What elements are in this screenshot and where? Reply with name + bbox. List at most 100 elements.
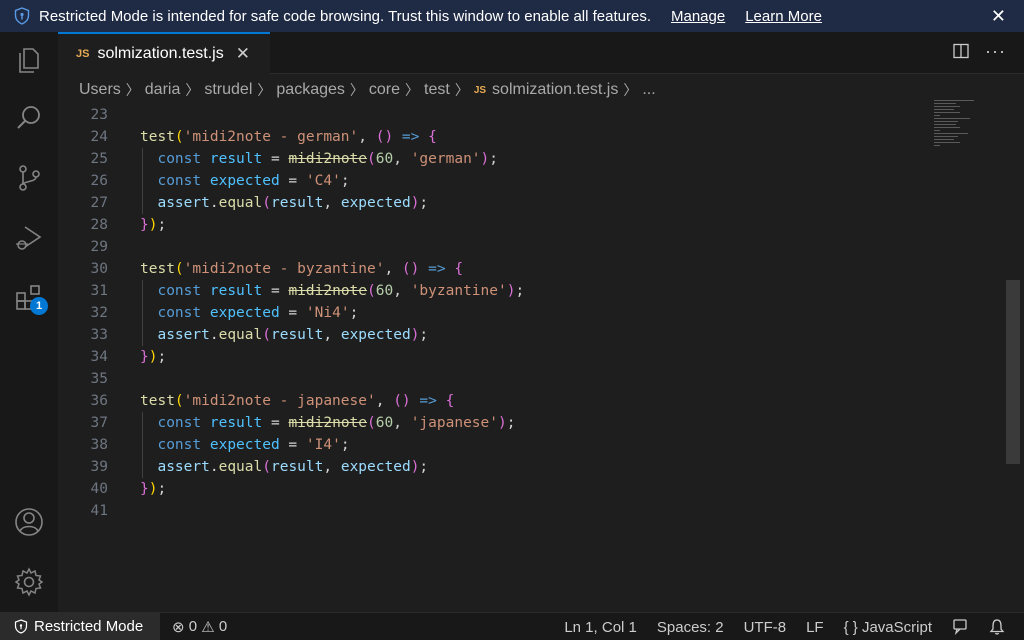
line-number: 34 (90, 349, 108, 365)
code-token: expected (340, 195, 411, 211)
line-number: 37 (90, 415, 108, 431)
breadcrumb-file[interactable]: solmization.test.js (492, 81, 618, 99)
code-line[interactable]: 27 assert.equal(result, expected); (58, 192, 928, 214)
code-token: , (323, 195, 341, 211)
code-line[interactable]: 40}); (58, 478, 928, 500)
learn-more-link[interactable]: Learn More (745, 8, 822, 25)
account-icon[interactable] (13, 506, 45, 538)
code-line[interactable]: 24 test('midi2note - german', () => { (58, 126, 928, 148)
manage-link[interactable]: Manage (671, 8, 725, 25)
code-line[interactable]: 26 const expected = 'C4'; (58, 170, 928, 192)
line-number: 32 (90, 305, 108, 321)
code-line[interactable]: 23 (58, 104, 928, 126)
code-token: . (209, 195, 219, 211)
breadcrumb: Users 〉 daria 〉 strudel 〉 packages 〉 core 〉 t… (79, 79, 656, 101)
code-line[interactable]: 29 (58, 236, 928, 258)
feedback-icon[interactable] (952, 618, 970, 636)
problems-status[interactable]: ⊗ 0 ⚠ 0 (172, 618, 227, 636)
breadcrumb-packages[interactable]: packages (276, 81, 345, 99)
breadcrumb-ellipsis[interactable]: ... (642, 81, 655, 99)
code-line[interactable]: 41 (58, 500, 928, 522)
breadcrumb-test[interactable]: test (424, 81, 450, 99)
code-token: 'midi2note - german' (183, 129, 359, 145)
restricted-mode-status[interactable]: Restricted Mode (0, 612, 160, 640)
vertical-scrollbar[interactable] (1006, 280, 1020, 464)
code-token: assert (157, 195, 210, 211)
code-text: const expected = 'C4'; (140, 170, 349, 192)
more-actions-icon[interactable]: ··· (985, 42, 1006, 60)
files-icon[interactable] (13, 44, 45, 76)
code-token: expected (340, 459, 411, 475)
code-token: , (393, 283, 411, 299)
run-debug-icon[interactable] (13, 222, 45, 254)
code-token: , (358, 129, 376, 145)
split-editor-icon[interactable] (953, 43, 969, 59)
code-token: expected (209, 437, 280, 453)
code-token: const (157, 437, 202, 453)
code-token: 'midi2note - byzantine' (183, 261, 385, 277)
code-token: midi2note (288, 415, 368, 431)
code-line[interactable]: 25 const result = midi2note(60, 'german'… (58, 148, 928, 170)
breadcrumb-daria[interactable]: daria (145, 81, 181, 99)
tab-close-icon[interactable]: ✕ (236, 44, 250, 64)
gear-icon[interactable] (13, 566, 45, 598)
code-token: result (270, 459, 324, 475)
code-line[interactable]: 37 const result = midi2note(60, 'japanes… (58, 412, 928, 434)
tab-solmization-test[interactable]: JS solmization.test.js ✕ (58, 32, 270, 74)
code-text: }); (140, 478, 166, 500)
code-token: = (279, 305, 306, 321)
minimap[interactable] (934, 100, 980, 160)
code-token: = (262, 283, 289, 299)
code-text: }); (140, 214, 166, 236)
line-number: 23 (90, 107, 108, 123)
breadcrumb-strudel[interactable]: strudel (204, 81, 252, 99)
code-token: const (157, 283, 202, 299)
close-icon[interactable]: ✕ (991, 6, 1006, 27)
code-token: } (140, 217, 149, 233)
search-icon[interactable] (13, 102, 45, 134)
line-number: 27 (90, 195, 108, 211)
breadcrumb-core[interactable]: core (369, 81, 400, 99)
code-line[interactable]: 31 const result = midi2note(60, 'byzanti… (58, 280, 928, 302)
code-token: result (270, 195, 324, 211)
code-text: assert.equal(result, expected); (140, 192, 428, 214)
code-token: { (454, 261, 464, 277)
code-token: , (323, 327, 341, 343)
cursor-position[interactable]: Ln 1, Col 1 (564, 619, 637, 636)
source-control-icon[interactable] (13, 162, 45, 194)
code-line[interactable]: 36 test('midi2note - japanese', () => { (58, 390, 928, 412)
shield-icon (14, 7, 30, 25)
code-token: , (384, 261, 402, 277)
code-editor[interactable]: 23 24 test('midi2note - german', () => {25… (58, 104, 1024, 612)
status-bar: Restricted Mode ⊗ 0 ⚠ 0 Ln 1, Col 1 Spac… (0, 612, 1024, 640)
indentation[interactable]: Spaces: 2 (657, 619, 724, 636)
code-line[interactable]: 30 test('midi2note - byzantine', () => { (58, 258, 928, 280)
code-token: expected (340, 327, 411, 343)
editor-actions: ··· (953, 42, 1006, 60)
code-line[interactable]: 39 assert.equal(result, expected); (58, 456, 928, 478)
end-of-line[interactable]: LF (806, 619, 824, 636)
js-file-icon: JS (473, 84, 487, 96)
code-line[interactable]: 32 const expected = 'Ni4'; (58, 302, 928, 324)
code-line[interactable]: 34}); (58, 346, 928, 368)
code-line[interactable]: 38 const expected = 'I4'; (58, 434, 928, 456)
code-token: 'byzantine' (410, 283, 507, 299)
code-token: => (419, 261, 455, 277)
code-token: equal (218, 327, 263, 343)
tab-bar: JS solmization.test.js ✕ ··· (58, 32, 1024, 74)
breadcrumb-users[interactable]: Users (79, 81, 121, 99)
code-line[interactable]: 33 assert.equal(result, expected); (58, 324, 928, 346)
chevron-right-icon: 〉 (405, 82, 420, 98)
code-text: const expected = 'I4'; (140, 434, 349, 456)
bell-icon[interactable] (988, 618, 1006, 636)
code-token: 60 (375, 415, 394, 431)
code-token: expected (209, 173, 280, 189)
code-token: test (140, 393, 175, 409)
code-line[interactable]: 35 (58, 368, 928, 390)
code-token: 'I4' (305, 437, 341, 453)
encoding[interactable]: UTF-8 (744, 619, 787, 636)
language-mode[interactable]: { } JavaScript (844, 619, 932, 636)
code-line[interactable]: 28}); (58, 214, 928, 236)
